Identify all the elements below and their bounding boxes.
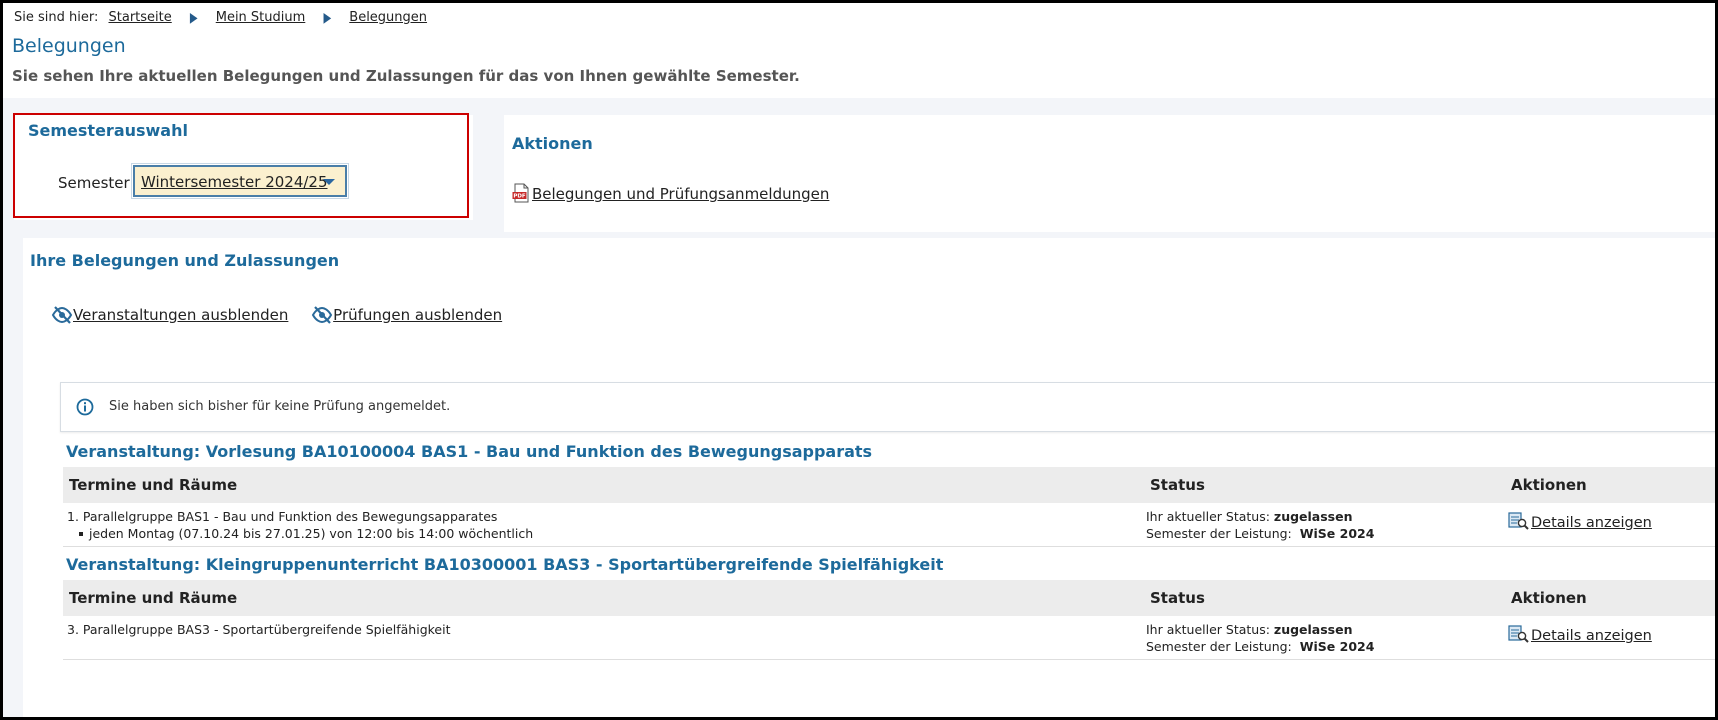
table-row: 1. Parallelgruppe BAS1 - Bau und Funktio… (63, 503, 1715, 547)
course-table: Termine und Räume Status Aktionen 3. Par… (63, 580, 1715, 660)
page-title: Belegungen (12, 35, 126, 57)
course-title: Veranstaltung: Kleingruppenunterricht BA… (66, 555, 944, 574)
semester-highlight-frame (13, 113, 469, 218)
status-label: Ihr aktueller Status: (1146, 622, 1270, 637)
breadcrumb-link-belegungen[interactable]: Belegungen (349, 10, 427, 25)
breadcrumb-link-mein-studium[interactable]: Mein Studium (216, 10, 306, 25)
dates-rooms-cell: 3. Parallelgruppe BAS3 - Sportartübergre… (67, 621, 451, 638)
column-header-actions: Aktionen (1511, 589, 1587, 607)
hide-courses-link[interactable]: Veranstaltungen ausblenden (51, 306, 288, 324)
svg-text:PDF: PDF (513, 194, 526, 200)
semester-label: Semester der Leistung: (1146, 639, 1292, 654)
enrollments-panel: Ihre Belegungen und Zulassungen Veransta… (23, 238, 1715, 717)
dates-rooms-cell: 1. Parallelgruppe BAS1 - Bau und Funktio… (67, 508, 533, 542)
document-search-icon (1508, 512, 1529, 530)
pdf-export-link-label: Belegungen und Prüfungsanmeldungen (532, 185, 830, 203)
semester-label: Semester der Leistung: (1146, 526, 1292, 541)
browser-frame: Sie sind hier: Startseite ▶ Mein Studium… (0, 0, 1718, 720)
schedule-entry: jeden Montag (07.10.24 bis 27.01.25) von… (67, 525, 533, 542)
bullet-icon (79, 531, 83, 536)
breadcrumb-link-startseite[interactable]: Startseite (109, 10, 172, 25)
breadcrumb: Sie sind hier: Startseite ▶ Mein Studium… (14, 10, 427, 27)
parallel-group: 3. Parallelgruppe BAS3 - Sportartübergre… (67, 622, 451, 637)
semester-value: WiSe 2024 (1299, 639, 1375, 654)
info-message: Sie haben sich bisher für keine Prüfung … (60, 382, 1715, 432)
details-link[interactable]: Details anzeigen (1508, 624, 1652, 644)
enrollments-panel-title: Ihre Belegungen und Zulassungen (30, 251, 340, 270)
course-table: Termine und Räume Status Aktionen 1. Par… (63, 467, 1715, 547)
visibility-toggles: Veranstaltungen ausblenden Prüfungen aus… (51, 306, 520, 324)
info-icon (76, 398, 94, 416)
pdf-export-link[interactable]: PDF Belegungen und Prüfungsanmeldungen (512, 183, 829, 203)
column-header-dates-rooms: Termine und Räume (69, 476, 238, 494)
eye-off-icon (51, 306, 73, 324)
details-link[interactable]: Details anzeigen (1508, 511, 1652, 531)
status-label: Ihr aktueller Status: (1146, 509, 1270, 524)
breadcrumb-prefix: Sie sind hier: (14, 10, 99, 25)
column-header-dates-rooms: Termine und Räume (69, 589, 238, 607)
chevron-right-icon: ▶ (189, 10, 198, 27)
actions-panel-title: Aktionen (512, 134, 593, 153)
chevron-right-icon: ▶ (323, 10, 332, 27)
table-header: Termine und Räume Status Aktionen (63, 580, 1715, 616)
status-value: zugelassen (1273, 622, 1353, 637)
table-header: Termine und Räume Status Aktionen (63, 467, 1715, 503)
hide-courses-label: Veranstaltungen ausblenden (73, 306, 289, 324)
page-subtitle: Sie sehen Ihre aktuellen Belegungen und … (12, 67, 800, 85)
document-search-icon (1508, 625, 1529, 643)
pdf-icon: PDF (512, 183, 529, 203)
column-header-status: Status (1150, 589, 1205, 607)
table-row: 3. Parallelgruppe BAS3 - Sportartübergre… (63, 616, 1715, 660)
eye-off-icon (312, 306, 333, 324)
hide-exams-label: Prüfungen ausblenden (333, 306, 503, 324)
course-title: Veranstaltung: Vorlesung BA10100004 BAS1… (66, 442, 873, 461)
info-message-text: Sie haben sich bisher für keine Prüfung … (109, 399, 451, 414)
hide-exams-link[interactable]: Prüfungen ausblenden (311, 306, 502, 324)
status-cell: Ihr aktueller Status: zugelassen Semeste… (1146, 621, 1374, 655)
status-cell: Ihr aktueller Status: zugelassen Semeste… (1146, 508, 1374, 542)
column-header-status: Status (1150, 476, 1205, 494)
column-header-actions: Aktionen (1511, 476, 1587, 494)
semester-value: WiSe 2024 (1299, 526, 1375, 541)
details-link-label: Details anzeigen (1531, 515, 1652, 531)
parallel-group: 1. Parallelgruppe BAS1 - Bau und Funktio… (67, 509, 498, 524)
details-link-label: Details anzeigen (1531, 628, 1652, 644)
actions-panel: Aktionen PDF Belegungen und Prüfungsanme… (504, 115, 1715, 232)
schedule-text: jeden Montag (07.10.24 bis 27.01.25) von… (89, 526, 534, 541)
status-value: zugelassen (1273, 509, 1353, 524)
